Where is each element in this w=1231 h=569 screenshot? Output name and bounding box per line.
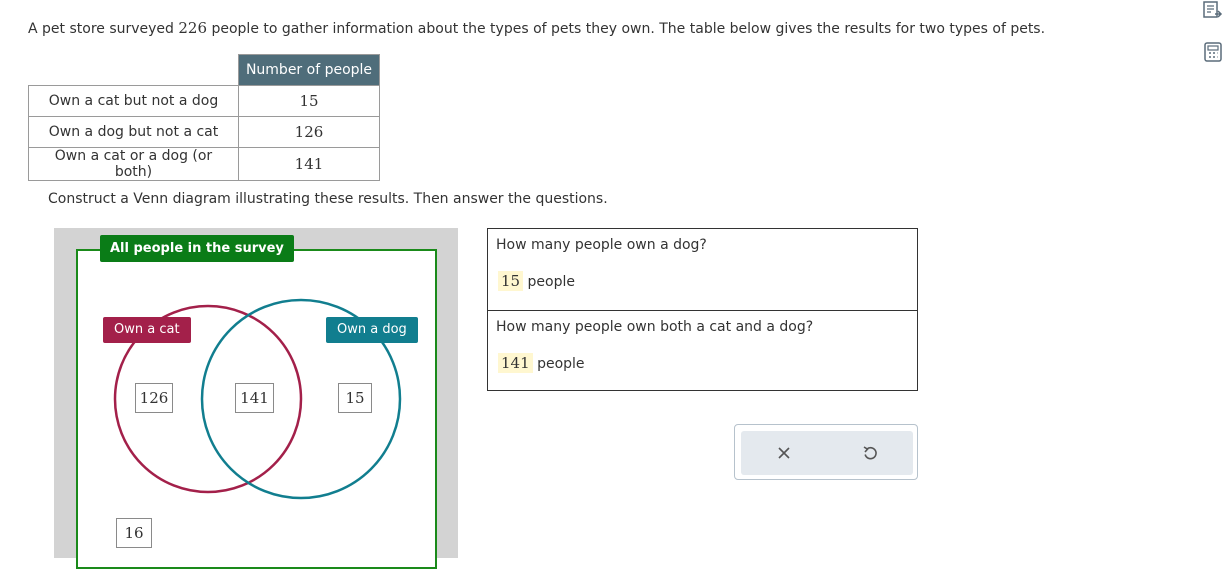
question-text: How many people own both a cat and a dog… (496, 319, 814, 335)
answer-unit: people (527, 274, 576, 290)
action-bar (741, 431, 913, 475)
answer-input[interactable]: 15 (498, 271, 524, 291)
answer-input[interactable]: 141 (498, 353, 533, 373)
undo-button[interactable] (827, 431, 913, 475)
dog-set-label: Own a dog (326, 317, 418, 343)
outside-input[interactable]: 16 (116, 518, 152, 548)
explanation-button[interactable] (1202, 0, 1224, 22)
undo-icon (863, 446, 877, 460)
answer-unit: people (537, 356, 585, 372)
both-input[interactable]: 141 (235, 383, 274, 413)
answer-line: 15 people (498, 271, 575, 291)
x-icon (778, 447, 790, 459)
cat-only-input[interactable]: 126 (135, 383, 173, 413)
clear-button[interactable] (741, 431, 827, 475)
question-block: How many people own a dog? 15 people (488, 229, 917, 310)
dog-only-input[interactable]: 15 (338, 383, 372, 413)
questions-box: How many people own a dog? 15 people How… (487, 228, 918, 391)
explanation-icon (1203, 1, 1223, 18)
calculator-button[interactable] (1202, 41, 1224, 63)
question-block: How many people own both a cat and a dog… (488, 310, 917, 391)
action-panel (734, 424, 918, 480)
universe-label: All people in the survey (100, 235, 294, 262)
cat-set-label: Own a cat (103, 317, 191, 343)
question-text: How many people own a dog? (496, 237, 707, 253)
calculator-icon (1204, 42, 1222, 62)
answer-line: 141 people (498, 353, 585, 373)
